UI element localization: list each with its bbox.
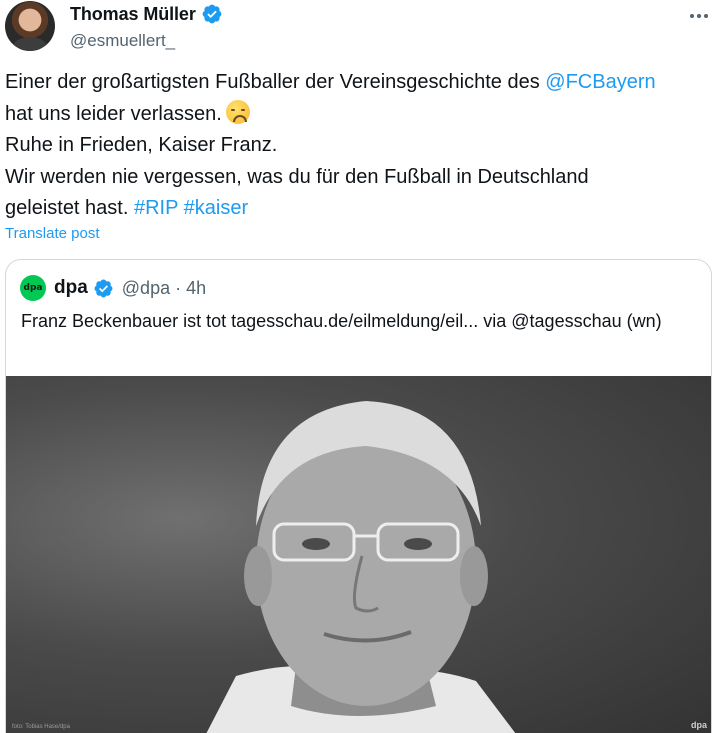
verified-badge-icon (202, 4, 222, 24)
post-line-4: Wir werden nie vergessen, was du für den… (5, 165, 589, 188)
post-line-1: Einer der großartigsten Fußballer der Ve… (5, 71, 656, 93)
more-options-icon[interactable] (687, 6, 711, 26)
translate-post-link[interactable]: Translate post (5, 225, 100, 242)
hashtag-link-kaiser[interactable]: #kaiser (184, 197, 248, 219)
quoted-post-text: Franz Beckenbauer ist tot tagesschau.de/… (21, 311, 662, 331)
author-avatar[interactable] (5, 1, 55, 51)
quoted-author-name[interactable]: dpa (54, 277, 88, 299)
post-text: Einer der großartigsten Fußballer der Ve… (5, 67, 711, 225)
verified-badge-icon (94, 279, 113, 297)
post-line-2: hat uns leider verlassen. (5, 99, 711, 131)
post-header: Thomas Müller @esmuellert_ (5, 0, 711, 60)
hashtag-link-rip[interactable]: #RIP (134, 197, 178, 219)
photo-credit: foto: Tobias Hase/dpa (12, 724, 70, 730)
quoted-handle-time: @dpa · 4h (121, 277, 207, 298)
post-line-3: Ruhe in Frieden, Kaiser Franz. (5, 134, 278, 156)
author-handle[interactable]: @esmuellert_ (70, 31, 175, 51)
dpa-avatar[interactable]: dpa (20, 275, 46, 301)
photo-watermark: dpa (690, 720, 707, 730)
quoted-post-header: dpa dpa @dpa · 4h (20, 275, 206, 301)
quoted-post-photo[interactable]: foto: Tobias Hase/dpa dpa (6, 376, 711, 733)
post-line-5: geleistet hast. #RIP #kaiser (5, 197, 249, 219)
portrait-illustration (206, 401, 516, 733)
author-name[interactable]: Thomas Müller (70, 4, 196, 25)
mention-link[interactable]: @FCBayern (545, 71, 655, 93)
disappointed-face-icon (225, 99, 250, 124)
quoted-post[interactable]: dpa dpa @dpa · 4h Franz Beckenbauer ist … (5, 259, 712, 733)
author-name-row: Thomas Müller (70, 3, 223, 25)
